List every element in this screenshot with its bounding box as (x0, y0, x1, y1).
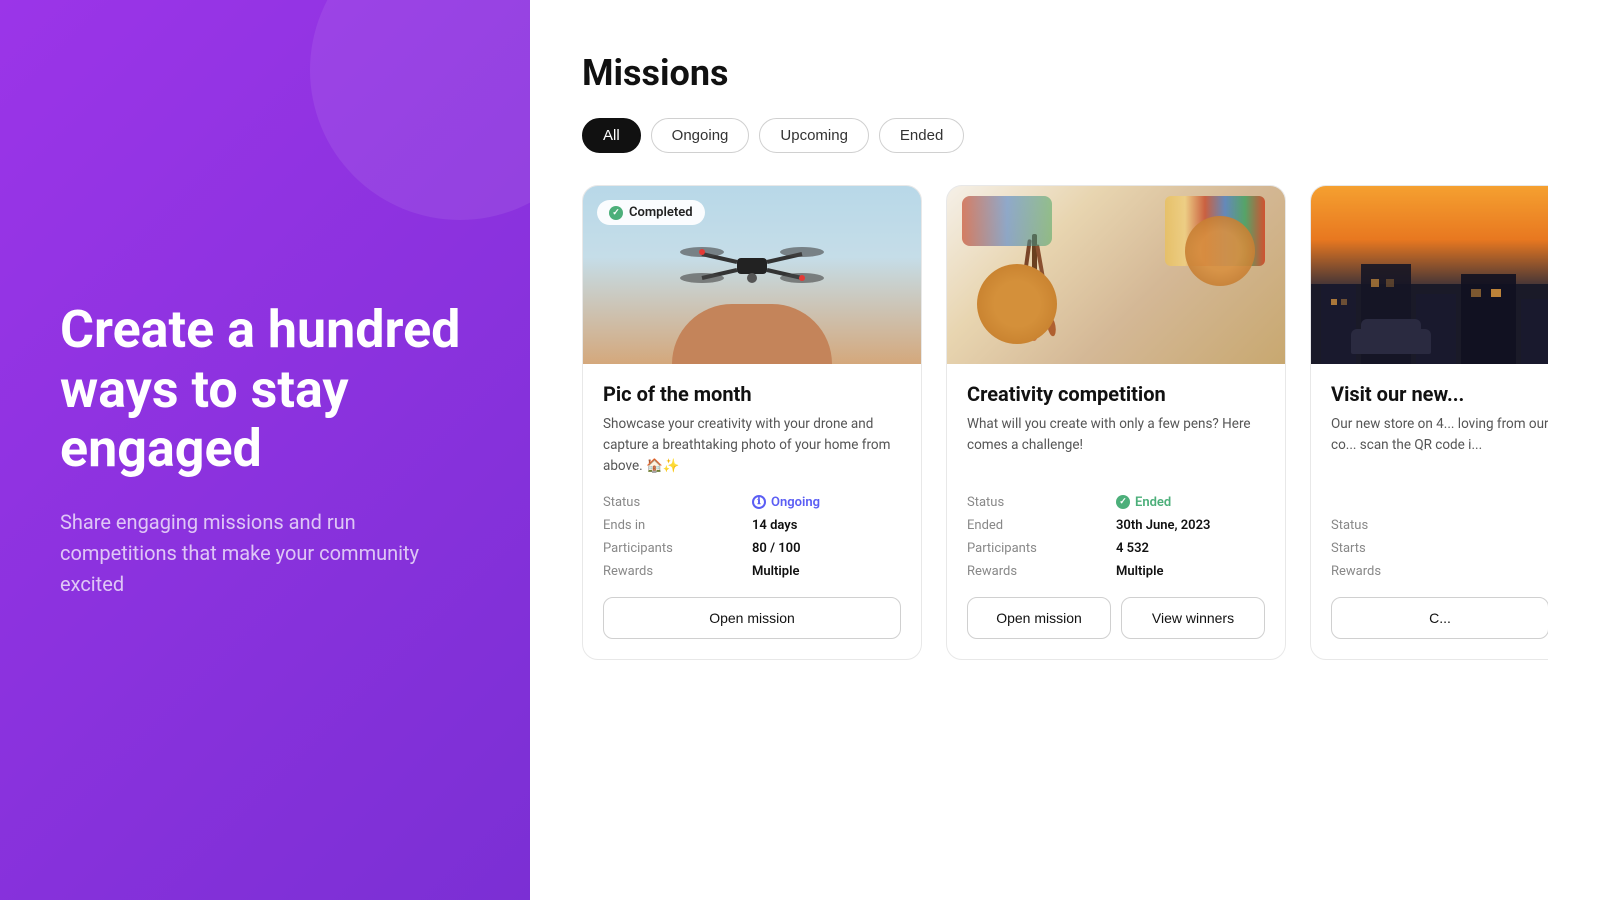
meta-value-status-2: Ended (1116, 495, 1265, 510)
drone-icon (662, 226, 842, 306)
card-body-3: Visit our new... Our new store on 4... l… (1311, 364, 1548, 659)
meta-label-ended-2: Ended (967, 518, 1116, 533)
meta-label-status-2: Status (967, 495, 1116, 510)
meta-value-status-1: Ongoing (752, 495, 901, 510)
cards-row: Completed Pic of the month Showcase your… (582, 185, 1548, 660)
card-title-3: Visit our new... (1331, 382, 1548, 406)
meta-label-participants-2: Participants (967, 541, 1116, 556)
car-silhouette (1351, 329, 1431, 354)
palette-circle (1185, 216, 1255, 286)
city-background (1311, 186, 1548, 364)
meta-label-rewards-1: Rewards (603, 564, 752, 579)
meta-value-rewards-2: Multiple (1116, 564, 1265, 579)
meta-label-rewards-2: Rewards (967, 564, 1116, 579)
card-body-1: Pic of the month Showcase your creativit… (583, 364, 921, 659)
subtext: Share engaging missions and run competit… (60, 507, 460, 600)
filter-upcoming[interactable]: Upcoming (759, 118, 869, 153)
meta-label-status-1: Status (603, 495, 752, 510)
completed-badge-icon (609, 206, 623, 220)
filter-ended[interactable]: Ended (879, 118, 964, 153)
mission-card-store: Visit our new... Our new store on 4... l… (1310, 185, 1548, 660)
card-body-2: Creativity competition What will you cre… (947, 364, 1285, 659)
watercolor-splash (962, 196, 1052, 246)
meta-label-participants-1: Participants (603, 541, 752, 556)
card-image-art (947, 186, 1285, 364)
status-ended-icon (1116, 495, 1130, 509)
meta-value-ends-1: 14 days (752, 518, 901, 533)
filter-all[interactable]: All (582, 118, 641, 153)
filter-ongoing[interactable]: Ongoing (651, 118, 750, 153)
card-meta-2: Status Ended Ended 30th June, 2023 Parti… (967, 495, 1265, 579)
paintbrush-icon (997, 234, 1077, 354)
card-image-city (1311, 186, 1548, 364)
card-meta-3: Status Starts Rewards (1331, 518, 1548, 579)
art-background (947, 186, 1285, 364)
open-mission-button-2[interactable]: Open mission (967, 597, 1111, 639)
meta-value-participants-1: 80 / 100 (752, 541, 901, 556)
mission-card-creativity: Creativity competition What will you cre… (946, 185, 1286, 660)
card-desc-1: Showcase your creativity with your drone… (603, 414, 901, 477)
left-panel: Create a hundred ways to stay engaged Sh… (0, 0, 530, 900)
card-actions-2: Open mission View winners (967, 597, 1265, 639)
meta-value-status-3 (1440, 518, 1548, 533)
meta-value-starts-3 (1440, 541, 1548, 556)
completed-badge: Completed (597, 200, 705, 225)
meta-label-ends-1: Ends in (603, 518, 752, 533)
page-title: Missions (582, 52, 1548, 94)
card-desc-3: Our new store on 4... loving from our co… (1331, 414, 1548, 500)
card-actions-3: C... (1331, 597, 1548, 639)
meta-label-status-3: Status (1331, 518, 1440, 533)
open-mission-button-3[interactable]: C... (1331, 597, 1548, 639)
completed-badge-label: Completed (629, 205, 693, 220)
meta-label-starts-3: Starts (1331, 541, 1440, 556)
filter-bar: All Ongoing Upcoming Ended (582, 118, 1548, 153)
open-mission-button-1[interactable]: Open mission (603, 597, 901, 639)
card-title-1: Pic of the month (603, 382, 901, 406)
status-ongoing-icon (752, 495, 766, 509)
headline: Create a hundred ways to stay engaged (60, 300, 470, 479)
card-meta-1: Status Ongoing Ends in 14 days Participa… (603, 495, 901, 579)
meta-value-rewards-1: Multiple (752, 564, 901, 579)
card-image-drone: Completed (583, 186, 921, 364)
card-desc-2: What will you create with only a few pen… (967, 414, 1265, 477)
card-actions-1: Open mission (603, 597, 901, 639)
view-winners-button-2[interactable]: View winners (1121, 597, 1265, 639)
meta-value-participants-2: 4 532 (1116, 541, 1265, 556)
meta-value-rewards-3 (1440, 564, 1548, 579)
card-title-2: Creativity competition (967, 382, 1265, 406)
meta-label-rewards-3: Rewards (1331, 564, 1440, 579)
meta-value-ended-2: 30th June, 2023 (1116, 518, 1265, 533)
mission-card-pic-of-month: Completed Pic of the month Showcase your… (582, 185, 922, 660)
right-panel: Missions All Ongoing Upcoming Ended (530, 0, 1600, 900)
